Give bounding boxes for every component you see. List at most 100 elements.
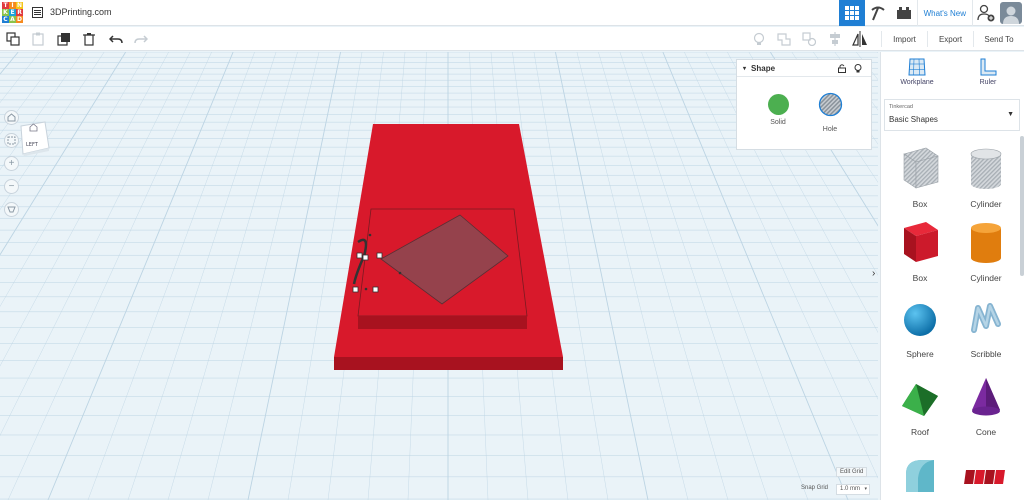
view-cube[interactable]: LEFT [17,118,51,156]
shape-label: Box [912,199,928,209]
zoom-in-button[interactable]: + [4,156,19,171]
ungroup-icon [802,32,816,46]
dropdown-caret-icon: ▼ [1007,111,1014,118]
library-name: Basic Shapes [889,115,938,124]
delete-button[interactable] [81,31,97,47]
lightbulb-icon [753,32,765,45]
cylinder-hole-icon [970,148,1002,189]
redo-icon [134,35,148,44]
solid-color-swatch[interactable] [767,94,789,115]
shape-tile-scribble[interactable]: Scribble [951,294,1021,359]
shape-tile-cone[interactable]: Cone [951,372,1021,437]
send-to-button[interactable]: Send To [973,31,1024,47]
user-avatar[interactable] [998,0,1024,26]
logo-letter: C [2,16,9,23]
shape-label: Scribble [970,349,1002,359]
notes-button[interactable] [751,31,767,47]
box-icon [904,222,938,262]
import-button[interactable]: Import [881,31,927,47]
hole-label: Hole [822,126,838,133]
tinkercad-logo[interactable]: TINKERCAD [2,2,24,24]
text-icon [964,470,1005,484]
redo-button[interactable] [133,31,149,47]
shape-tile-cylinder-hole[interactable]: Cylinder [951,144,1021,209]
zoom-out-button[interactable]: − [4,179,19,194]
shape-label: Cylinder [970,273,1002,283]
export-button[interactable]: Export [927,31,973,47]
grid-view-icon [844,6,859,20]
avatar-icon [1000,2,1022,24]
group-icon [777,33,791,46]
design-menu-icon[interactable] [32,7,43,18]
add-user-icon [976,4,994,22]
ruler-label: Ruler [979,79,997,86]
mirror-button[interactable] [852,31,868,47]
plus-icon: + [8,158,15,169]
projection-button[interactable] [4,202,19,217]
hole-option[interactable]: Hole [810,92,850,133]
logo-letter: D [16,16,23,23]
top-bar: TINKERCAD 3DPrinting.com What's New [0,0,1024,26]
logo-letter: A [9,16,16,23]
mirror-icon [852,31,867,47]
align-icon [830,32,840,46]
shape-tile-box[interactable]: Box [885,218,955,283]
shape-tile-roof[interactable]: Roof [885,372,955,437]
view-cube-face-label: LEFT [26,142,38,148]
ruler-tool[interactable]: Ruler [963,57,1013,86]
collapse-caret-icon[interactable]: ▾ [743,65,746,72]
add-user-button[interactable] [972,0,998,26]
sidebar-collapse-arrow[interactable]: › [872,268,875,279]
group-button[interactable] [776,31,792,47]
workplane-icon [908,58,926,76]
caret-icon: ▾ [864,486,867,492]
hole-swatch-icon[interactable] [818,92,843,117]
shape-tile-box-hole[interactable]: Box [885,144,955,209]
workplane-tool[interactable]: Workplane [892,57,942,86]
design-title[interactable]: 3DPrinting.com [50,7,112,17]
lock-icon[interactable] [838,64,846,73]
codeblocks-button[interactable] [865,0,891,26]
copy-button[interactable] [5,31,21,47]
3d-view-button[interactable] [838,0,865,26]
paste-icon [32,32,44,46]
shape-tile-cylinder[interactable]: Cylinder [951,218,1021,283]
shape-tile-sphere[interactable]: Sphere [885,294,955,359]
snap-grid-value: 1.0 mm [840,486,861,492]
fit-view-button[interactable] [4,133,19,148]
bricks-button[interactable] [891,0,917,26]
undo-button[interactable] [108,31,124,47]
duplicate-button[interactable] [56,31,72,47]
shapes-sidebar: Workplane Ruler Tinkercad Basic Shapes ▼… [880,52,1024,500]
snap-grid-select[interactable]: 1.0 mm ▾ [836,484,870,495]
duplicate-icon [57,33,70,46]
logo-letter: I [9,2,16,9]
edit-grid-button[interactable]: Edit Grid [836,467,868,477]
ungroup-button[interactable] [801,31,817,47]
home-small-icon [29,123,38,132]
shape-label: Roof [911,427,929,437]
home-icon [7,113,16,122]
solid-option[interactable]: Solid [758,94,798,126]
box-hole-icon [903,147,939,189]
shape-panel-title: Shape [751,63,776,73]
whats-new-link[interactable]: What's New [916,0,972,26]
lightbulb-icon[interactable] [854,64,862,73]
home-view-button[interactable] [4,110,19,125]
pickaxe-icon [870,6,885,21]
shape-inspector-panel: ▾ Shape Solid Hole [736,59,872,150]
shape-tile-text[interactable] [951,452,1021,500]
shape-tile-round-roof[interactable] [885,452,955,500]
round-roof-icon [906,460,934,492]
shape-library-select[interactable]: Tinkercad Basic Shapes ▼ [884,99,1020,131]
logo-letter: E [9,9,16,16]
align-button[interactable] [827,31,843,47]
logo-letter: K [2,9,9,16]
ruler-icon [980,58,997,76]
paste-button[interactable] [30,31,46,47]
minus-icon: − [8,181,15,192]
library-category: Tinkercad [889,104,913,110]
trash-icon [83,33,95,46]
roof-icon [902,384,938,416]
edit-toolbar: Import Export Send To [0,27,1024,51]
